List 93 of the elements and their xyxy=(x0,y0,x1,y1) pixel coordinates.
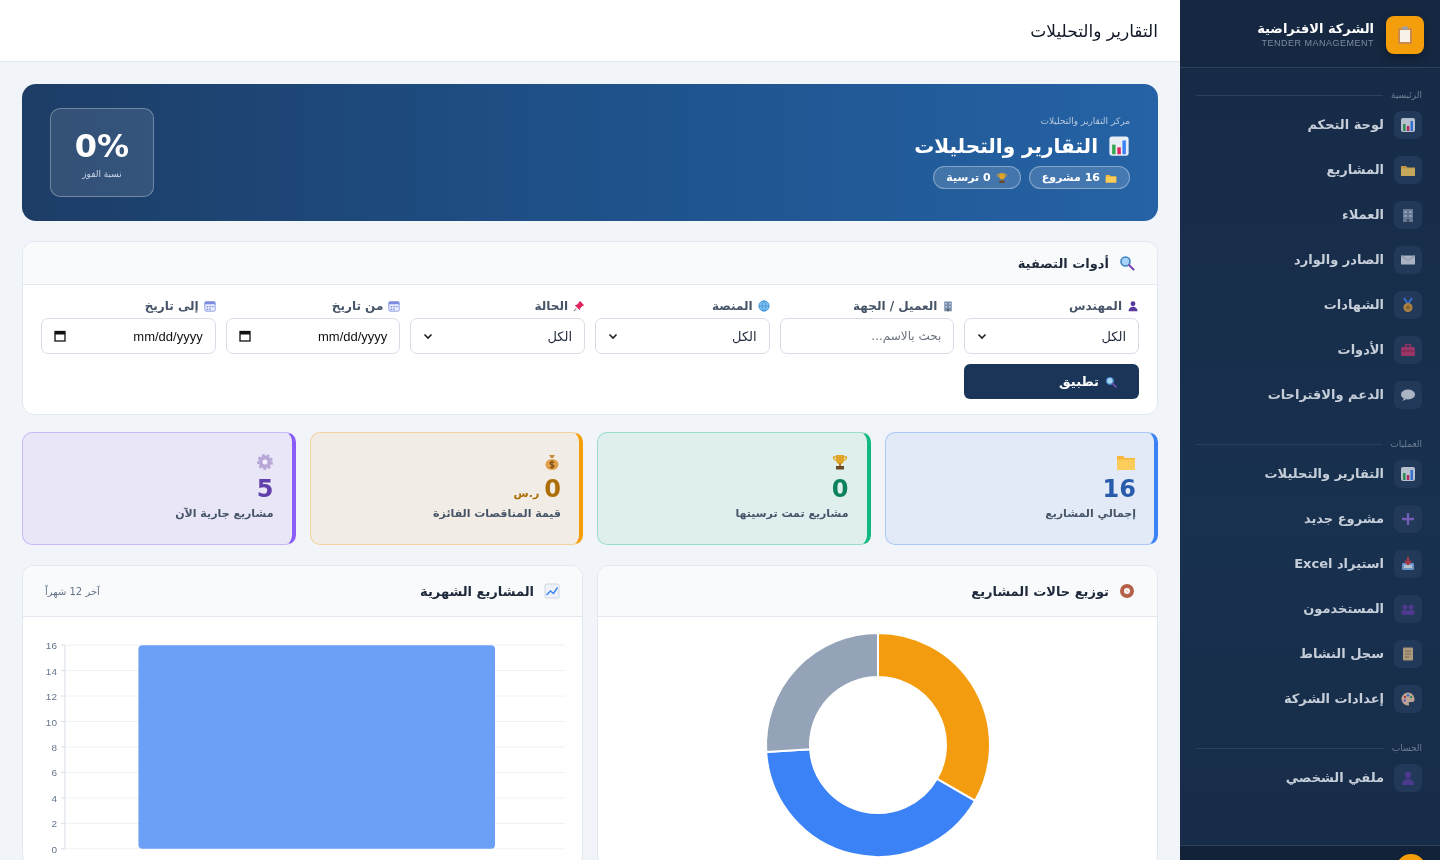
apply-button[interactable]: تطبيق xyxy=(964,364,1139,399)
bar-chart-icon xyxy=(1108,135,1130,157)
calendar-icon xyxy=(54,330,66,342)
select-field[interactable]: الكل xyxy=(964,318,1139,354)
building-icon xyxy=(942,300,955,312)
date-field[interactable]: mm/dd/yyyy xyxy=(225,318,401,354)
win-rate-value: 0% xyxy=(74,126,130,165)
field-label: إلى تاريخ xyxy=(144,299,199,313)
inbox-tray-icon xyxy=(1400,555,1416,572)
person-icon xyxy=(1127,300,1139,312)
hero-subtitle: مركز التقارير والتحليلات xyxy=(1039,116,1130,126)
stat-label: مشاريع تمت ترسيتها xyxy=(735,507,849,520)
sidebar-item[interactable]: سجل النشاط xyxy=(1196,631,1422,676)
field-label: الحالة xyxy=(534,299,568,313)
calendar-icon xyxy=(388,300,401,312)
plus-icon xyxy=(1400,510,1416,527)
stat-value: 0 xyxy=(544,477,561,501)
field-label: من تاريخ xyxy=(331,299,384,313)
person-icon xyxy=(1400,769,1416,786)
stat-value: 16 xyxy=(1102,477,1136,501)
chart-note: آخر 12 شهراً xyxy=(45,585,100,597)
sidebar-item[interactable]: الدعم والاقتراحات xyxy=(1196,372,1422,417)
company-tagline: TENDER MANAGEMENT xyxy=(1260,38,1374,48)
globe-icon xyxy=(757,300,770,312)
caret-icon xyxy=(423,331,434,341)
date-field[interactable]: mm/dd/yyyy xyxy=(41,318,216,354)
input-field[interactable]: بحث بالاسم... xyxy=(780,319,954,353)
sidebar-item[interactable]: الأدوات xyxy=(1196,327,1422,372)
caret-icon xyxy=(608,331,618,341)
field-label: المنصة xyxy=(712,299,753,313)
stat-value: 0 xyxy=(831,477,849,501)
money-bag-icon xyxy=(543,453,561,471)
calendar-icon xyxy=(203,300,216,312)
section-label: الرئيسية xyxy=(1391,90,1422,100)
select-field[interactable]: الكل xyxy=(595,318,770,354)
stat-label: قيمة المناقصات الفائزة xyxy=(433,507,561,520)
clipboard-icon xyxy=(1396,24,1414,45)
axis-tick-label: 12 xyxy=(45,691,57,703)
sidebar-item[interactable]: ملفي الشخصي xyxy=(1196,755,1422,800)
gear-icon xyxy=(255,453,274,471)
calendar-icon xyxy=(238,330,251,342)
line-chart-icon xyxy=(544,583,560,599)
sidebar-item[interactable]: الصادر والوارد xyxy=(1196,237,1422,282)
stat-pill: 16 مشروع xyxy=(1028,166,1130,189)
folder-icon xyxy=(1116,453,1136,471)
sidebar-item[interactable]: إعدادات الشركة xyxy=(1196,676,1422,721)
section-label: الحساب xyxy=(1391,743,1422,753)
card-title: توزيع حالات المشاريع xyxy=(971,583,1109,599)
scroll-icon xyxy=(1400,645,1416,662)
medal-icon xyxy=(1400,296,1416,313)
stat-value: 5 xyxy=(256,477,274,501)
bar-chart-icon xyxy=(1400,116,1416,133)
stat-label: مشاريع جارية الآن xyxy=(175,507,274,520)
card-title: المشاريع الشهرية xyxy=(420,583,534,599)
axis-tick-label: 6 xyxy=(51,767,57,779)
field-label: المهندس xyxy=(1069,299,1122,313)
sidebar-item[interactable]: مشروع جديد xyxy=(1196,496,1422,541)
select-field[interactable]: الكل xyxy=(410,318,585,354)
hero-title: التقارير والتحليلات xyxy=(914,134,1098,158)
section-label: العمليات xyxy=(1390,439,1422,449)
card-title: أدوات التصفية xyxy=(1017,255,1109,271)
caret-icon xyxy=(977,331,988,341)
bar-chart-icon xyxy=(1400,465,1416,482)
donut-icon xyxy=(1119,583,1135,599)
sidebar-item[interactable]: المستخدمون xyxy=(1196,586,1422,631)
sidebar-item[interactable]: الشهادات xyxy=(1196,282,1422,327)
stat-label: إجمالي المشاريع xyxy=(1045,507,1136,520)
axis-tick-label: 8 xyxy=(51,741,57,753)
pushpin-icon xyxy=(573,300,585,312)
axis-tick-label: 0 xyxy=(51,843,57,855)
axis-tick-label: 4 xyxy=(51,792,57,804)
search-icon xyxy=(1105,375,1117,388)
sidebar-item[interactable]: التقارير والتحليلات xyxy=(1196,451,1422,496)
page-title: التقارير والتحليلات xyxy=(1030,20,1158,41)
toolbox-icon xyxy=(1400,341,1416,358)
search-icon xyxy=(1119,255,1135,271)
building-icon xyxy=(1400,206,1416,223)
sidebar-item[interactable]: استيراد Excel xyxy=(1196,541,1422,586)
currency-unit: ر.س xyxy=(513,487,540,500)
sidebar-item[interactable]: العملاء xyxy=(1196,192,1422,237)
axis-tick-label: 16 xyxy=(45,640,57,652)
palette-icon xyxy=(1400,690,1416,707)
sidebar-item[interactable]: المشاريع xyxy=(1196,147,1422,192)
sidebar-item[interactable]: لوحة التحكم xyxy=(1196,102,1422,147)
axis-tick-label: 14 xyxy=(45,665,57,677)
win-rate-label: نسبة الفوز xyxy=(82,168,122,179)
field-label: العميل / الجهة xyxy=(853,299,938,313)
stat-pill: 0 ترسية xyxy=(933,166,1021,189)
trophy-icon xyxy=(830,453,849,471)
axis-tick-label: 2 xyxy=(51,818,57,830)
axis-tick-label: 10 xyxy=(45,716,57,728)
trophy-icon xyxy=(995,171,1008,184)
company-name: الشركة الافتراضية xyxy=(1257,21,1374,36)
